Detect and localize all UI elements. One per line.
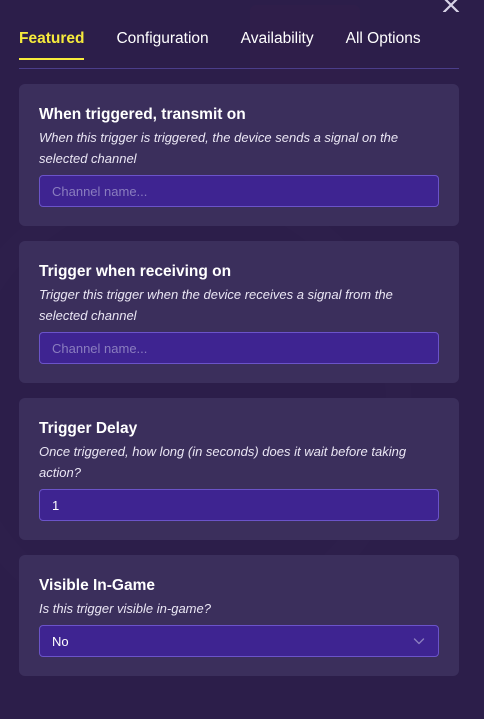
delay-input[interactable] [39, 489, 439, 521]
tab-all-options[interactable]: All Options [346, 22, 421, 68]
tab-bar: Featured Configuration Availability All … [19, 22, 459, 69]
receive-title: Trigger when receiving on [39, 263, 232, 280]
settings-panel: Featured Configuration Availability All … [0, 0, 484, 719]
receive-channel-input[interactable] [39, 332, 439, 364]
visible-title: Visible In-Game [39, 577, 156, 594]
visible-select-value: No [52, 633, 69, 649]
chevron-down-icon [412, 634, 426, 648]
transmit-description: When this trigger is triggered, the devi… [39, 130, 399, 166]
close-icon[interactable] [440, 0, 462, 14]
delay-description: Once triggered, how long (in seconds) do… [39, 444, 407, 480]
delay-title: Trigger Delay [39, 420, 138, 437]
tab-configuration[interactable]: Configuration [116, 22, 208, 68]
receive-card: Trigger when receiving on Trigger this t… [19, 241, 459, 383]
receive-description: Trigger this trigger when the device rec… [39, 287, 393, 323]
tab-featured[interactable]: Featured [19, 22, 85, 68]
visible-select[interactable]: No [39, 625, 439, 657]
visible-card: Visible In-Game Is this trigger visible … [19, 555, 459, 676]
delay-card: Trigger Delay Once triggered, how long (… [19, 398, 459, 540]
transmit-title: When triggered, transmit on [39, 106, 246, 123]
tab-availability[interactable]: Availability [241, 22, 314, 68]
transmit-card: When triggered, transmit on When this tr… [19, 84, 459, 226]
visible-description: Is this trigger visible in-game? [39, 601, 211, 616]
transmit-channel-input[interactable] [39, 175, 439, 207]
